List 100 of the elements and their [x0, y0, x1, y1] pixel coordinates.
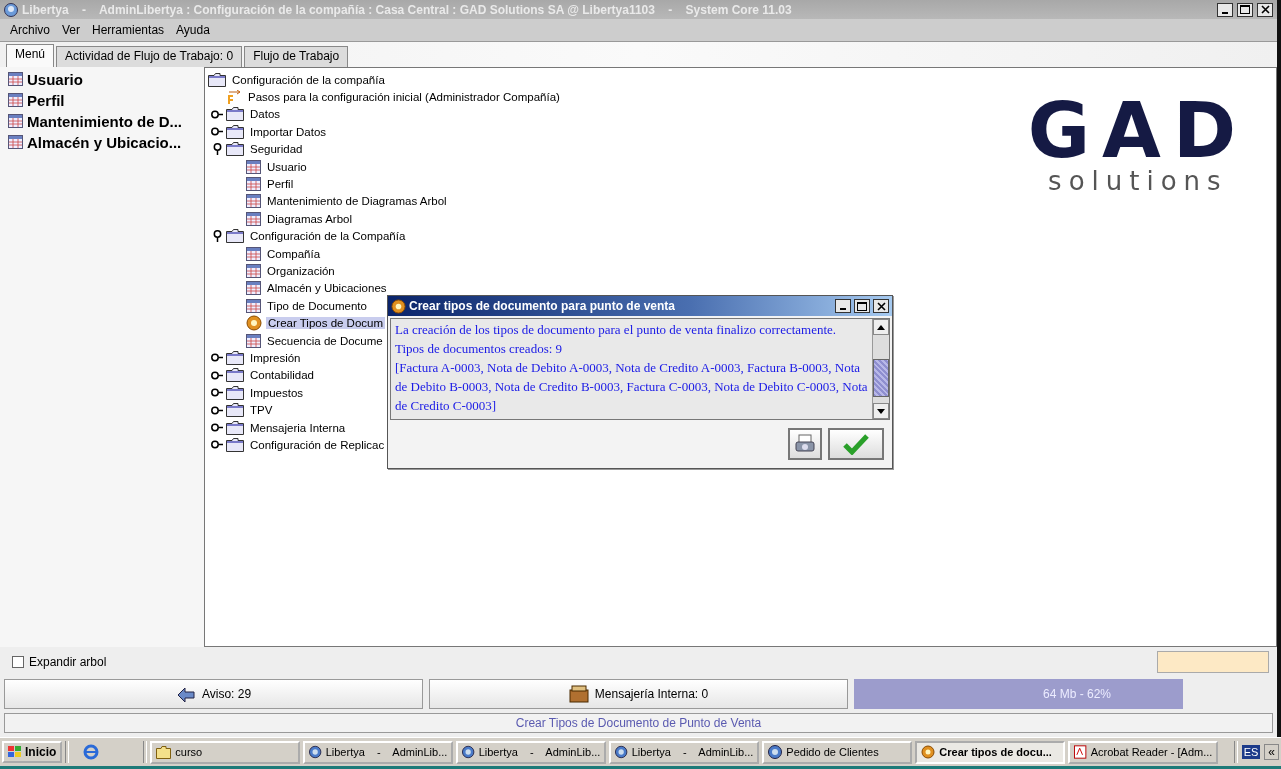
- expanded-handle-icon[interactable]: [212, 230, 222, 243]
- scrollbar-thumb[interactable]: [873, 359, 889, 397]
- folder-icon: [226, 437, 244, 452]
- flag-icon: [8, 746, 22, 758]
- window-icon: [246, 264, 261, 278]
- message-text: Tipos de documentos creados: 9: [395, 340, 564, 358]
- collapsed-handle-icon[interactable]: [211, 440, 223, 450]
- collapsed-handle-icon[interactable]: [211, 423, 223, 432]
- dialog-title: Crear tipos de documento para punto de venta: [409, 299, 677, 313]
- tree-item[interactable]: Usuario: [265, 160, 309, 173]
- folder-icon: [226, 385, 244, 400]
- tree-item[interactable]: Diagramas Arbol: [265, 212, 354, 225]
- tree-item[interactable]: Importar Datos: [248, 125, 329, 138]
- tab[interactable]: Actividad de Flujo de Trabajo: 0: [56, 46, 243, 67]
- message-text: [Factura A-0003, Nota de Debito A-0003, Nota de Credito A-0003, Factura B-0003, Nota de Debito B-0003, Nota de Credito B-0003, Factura C-0003, Nota de Debito C-0003, Nota de Credito C-0003]: [395, 359, 868, 415]
- tab[interactable]: Flujo de Trabajo: [244, 46, 349, 67]
- tab[interactable]: Menú: [6, 44, 55, 67]
- taskbar-button[interactable]: Libertya - AdminLib...: [303, 740, 454, 764]
- globe-icon: [768, 745, 783, 759]
- collapsed-handle-icon[interactable]: [211, 388, 223, 398]
- collapsed-handle-icon[interactable]: [211, 353, 223, 363]
- check-icon: [843, 433, 869, 455]
- collapsed-handle-icon[interactable]: [211, 127, 223, 137]
- logo-name: GAD: [1027, 96, 1248, 166]
- collapsed-handle-icon[interactable]: [211, 405, 223, 415]
- expanded-handle-icon[interactable]: [212, 143, 222, 156]
- folder-icon: [226, 124, 244, 139]
- taskbar-button[interactable]: Crear tipos de docu...: [915, 740, 1066, 764]
- tree-item[interactable]: Configuración de Replicac: [248, 438, 387, 451]
- tree-item[interactable]: Pasos para la configuración inicial (Administrador Compañía): [246, 91, 562, 104]
- window-icon: [246, 298, 261, 313]
- message-text: La creación de los tipos de documento para el punto de venta finalizo correctamente.: [395, 321, 838, 339]
- tree-item[interactable]: Crear Tipos de Docum: [266, 317, 386, 330]
- collapsed-handle-icon[interactable]: [211, 109, 223, 119]
- document-icon: [1074, 745, 1087, 759]
- browser-icon[interactable]: [82, 743, 101, 761]
- window-icon: [8, 72, 23, 86]
- app-icon: [4, 2, 18, 17]
- tree-item[interactable]: Seguridad: [248, 143, 305, 156]
- menu-item[interactable]: Archivo: [10, 23, 50, 37]
- notice-button[interactable]: Aviso: 29: [4, 679, 423, 709]
- close-button[interactable]: [1257, 2, 1273, 17]
- menu-item[interactable]: Ayuda: [176, 23, 210, 37]
- tree-item[interactable]: Impresión: [248, 351, 303, 364]
- memory-indicator: 64 Mb - 62%: [854, 679, 1183, 709]
- close-button[interactable]: [873, 299, 889, 313]
- taskbar-button[interactable]: Pedido de Clientes: [762, 740, 913, 764]
- printer-icon: [794, 433, 816, 455]
- favorite-item[interactable]: Usuario: [27, 70, 83, 88]
- tree-item[interactable]: Compañía: [265, 247, 323, 260]
- start-button[interactable]: Inicio: [2, 741, 63, 763]
- collapsed-handle-icon[interactable]: [211, 370, 223, 380]
- window-icon: [246, 211, 261, 226]
- window-icon: [246, 159, 261, 174]
- tree-item[interactable]: Datos: [248, 108, 283, 121]
- tree-item[interactable]: Mensajeria Interna: [248, 421, 348, 434]
- ok-button[interactable]: [828, 428, 884, 460]
- maximize-button[interactable]: [854, 299, 870, 313]
- minimize-button[interactable]: [835, 299, 851, 313]
- globe-icon: [309, 745, 322, 759]
- folder-icon: [226, 368, 244, 383]
- window-icon: [246, 333, 261, 348]
- tree-item[interactable]: Perfil: [265, 178, 296, 191]
- tree-item[interactable]: Secuencia de Docume: [265, 334, 385, 347]
- favorite-item[interactable]: Almacén y Ubicacio...: [27, 133, 182, 151]
- menu-item[interactable]: Herramientas: [92, 23, 165, 37]
- maximize-icon: [857, 301, 867, 311]
- favorite-item[interactable]: Mantenimiento de D...: [27, 112, 182, 130]
- folder-icon: [156, 745, 172, 759]
- taskbar-button[interactable]: Libertya - AdminLib...: [456, 740, 607, 764]
- menu-item[interactable]: Ver: [62, 23, 81, 37]
- window-icon: [8, 114, 23, 128]
- checkbox[interactable]: [12, 656, 24, 668]
- maximize-button[interactable]: [1237, 2, 1253, 17]
- folder-icon: [226, 420, 244, 435]
- tree-item[interactable]: Mantenimiento de Diagramas Arbol: [265, 195, 449, 208]
- globe-icon: [615, 745, 628, 759]
- language-indicator[interactable]: ES: [1241, 745, 1261, 759]
- tray-toggle-button[interactable]: «: [1264, 744, 1279, 760]
- tree-item[interactable]: Configuración de la Compañía: [248, 230, 408, 243]
- print-button[interactable]: [788, 428, 822, 460]
- tree-item[interactable]: Impuestos: [248, 386, 306, 399]
- folder-icon: [208, 72, 226, 87]
- taskbar-button[interactable]: Libertya - AdminLib...: [609, 740, 760, 764]
- window-icon: [246, 177, 261, 192]
- tree-item[interactable]: Configuración de la compañía: [230, 73, 387, 86]
- close-icon: [1260, 5, 1270, 14]
- tree-item[interactable]: Tipo de Documento: [265, 299, 369, 312]
- favorite-item[interactable]: Perfil: [27, 91, 65, 109]
- tree-item[interactable]: TPV: [248, 404, 275, 417]
- folder-icon: [226, 142, 244, 157]
- tree-item[interactable]: Contabilidad: [248, 369, 316, 382]
- tree-item[interactable]: Almacén y Ubicaciones: [265, 282, 389, 295]
- taskbar-button[interactable]: curso: [150, 740, 301, 764]
- taskbar-button[interactable]: Acrobat Reader - [Adm...: [1068, 740, 1219, 764]
- window-icon: [8, 135, 23, 149]
- tree-item[interactable]: Organización: [265, 265, 337, 277]
- minimize-icon: [840, 308, 846, 310]
- messages-button[interactable]: Mensajería Interna: 0: [429, 679, 848, 709]
- minimize-button[interactable]: [1217, 2, 1233, 17]
